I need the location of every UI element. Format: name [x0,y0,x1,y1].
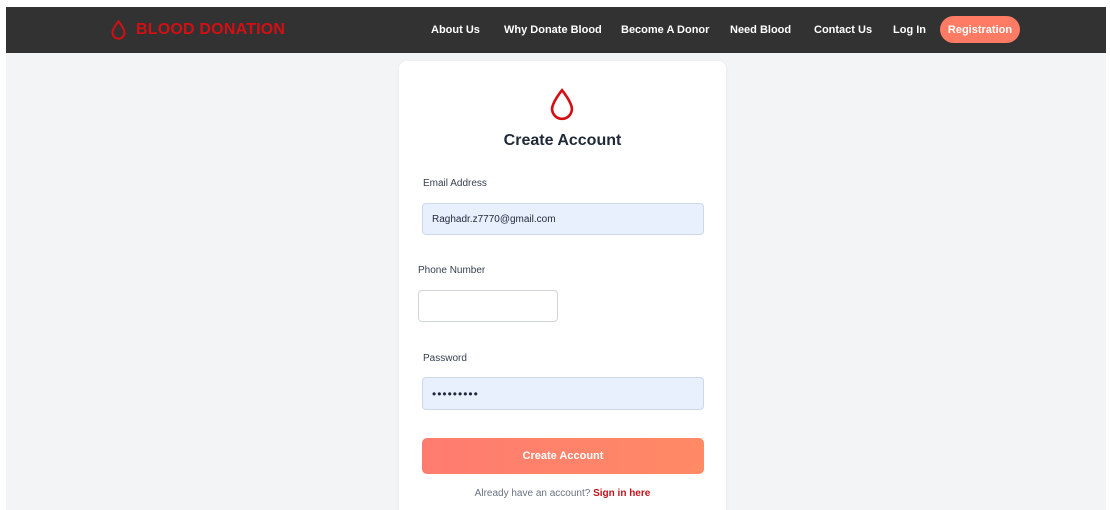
signin-row: Already have an account? Sign in here [399,488,726,499]
page: BLOOD DONATION About Us Why Donate Blood… [6,7,1106,510]
nav-link-contact-us[interactable]: Contact Us [814,7,872,53]
signin-prompt: Already have an account? [474,488,591,499]
email-input[interactable] [422,203,704,235]
phone-input[interactable] [418,290,558,322]
nav-link-need-blood[interactable]: Need Blood [730,7,791,53]
nav-link-log-in[interactable]: Log In [893,7,926,53]
email-label: Email Address [423,178,487,189]
create-account-button[interactable]: Create Account [422,438,704,474]
phone-label: Phone Number [418,265,486,276]
signin-link[interactable]: Sign in here [593,488,650,499]
blood-drop-icon [111,20,126,40]
form-title: Create Account [503,132,622,149]
nav-link-become-a-donor[interactable]: Become A Donor [621,7,709,53]
nav-link-why-donate-blood[interactable]: Why Donate Blood [504,7,602,53]
password-input[interactable] [422,377,704,410]
nav-link-about-us[interactable]: About Us [431,7,480,53]
create-account-card: Create Account Email Address Phone Numbe… [399,61,726,510]
registration-button[interactable]: Registration [940,16,1020,43]
password-label: Password [423,353,467,364]
brand-logo[interactable]: BLOOD DONATION [110,7,285,53]
brand-name: BLOOD DONATION [136,21,286,38]
navbar: BLOOD DONATION About Us Why Donate Blood… [6,7,1106,53]
blood-drop-icon [550,88,574,121]
